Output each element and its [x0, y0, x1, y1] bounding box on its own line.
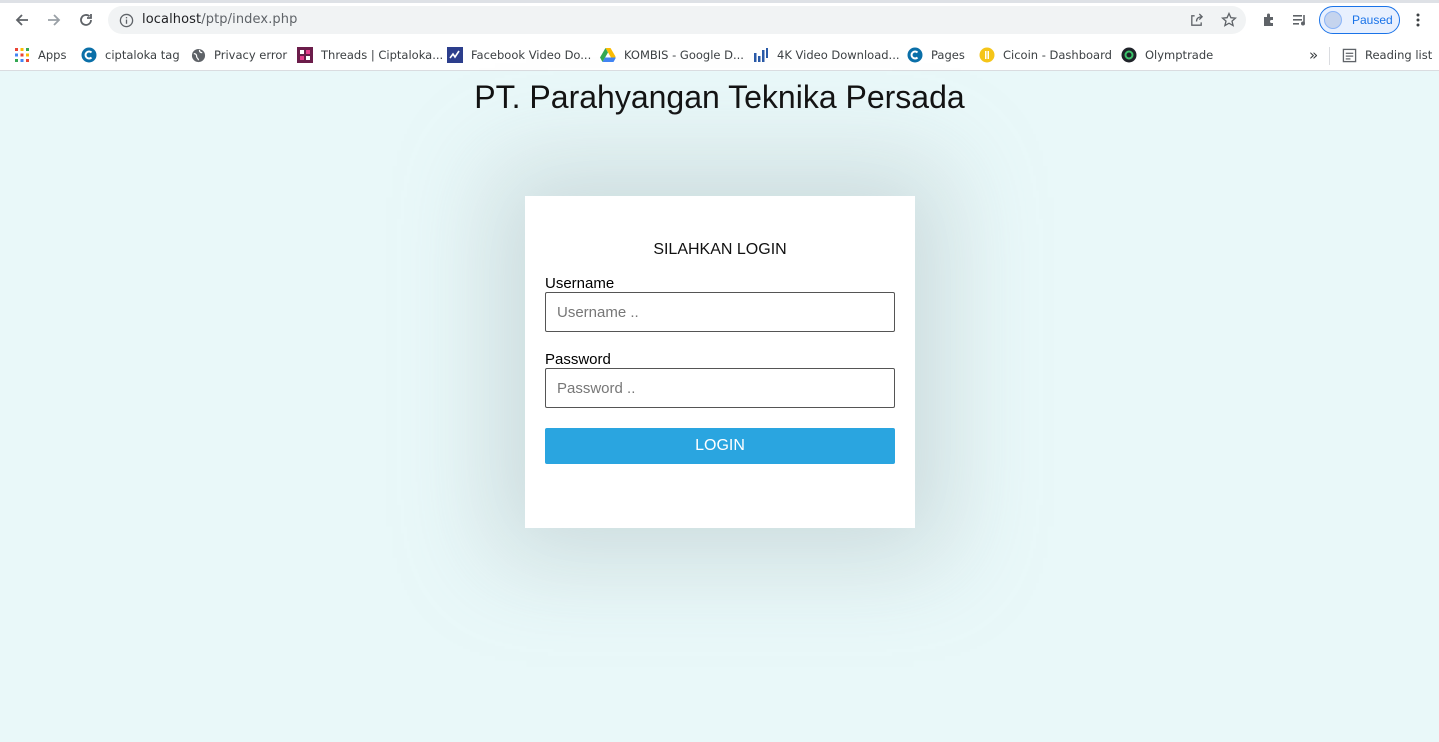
share-icon[interactable]	[1187, 11, 1205, 29]
menu-dots-icon[interactable]	[1407, 9, 1429, 31]
url-text[interactable]: localhost/ptp/index.php	[142, 12, 297, 27]
username-input[interactable]	[545, 292, 895, 332]
bookmark-threads[interactable]: Threads | Ciptaloka...	[297, 44, 443, 66]
bookmarks-bar: Apps ciptaloka tag Privacy error Threads…	[0, 40, 1439, 71]
url-host: localhost	[142, 12, 202, 27]
bookmark-olymptrade[interactable]: Olymptrade	[1121, 44, 1213, 66]
bookmark-cicoin[interactable]: Cicoin - Dashboard	[979, 44, 1112, 66]
back-icon[interactable]	[10, 8, 34, 32]
bookmark-4k-video[interactable]: 4K Video Download...	[753, 44, 900, 66]
bookmark-label: ciptaloka tag	[105, 48, 180, 62]
profile-avatar	[1324, 11, 1342, 29]
bookmark-star-icon[interactable]	[1220, 11, 1238, 29]
extensions-icon[interactable]	[1258, 9, 1280, 31]
login-heading: SILAHKAN LOGIN	[653, 241, 787, 258]
media-control-icon[interactable]	[1289, 9, 1311, 31]
fbdownloader-icon	[447, 47, 463, 63]
bookmark-apps[interactable]: Apps	[14, 44, 66, 66]
bookmark-label: Privacy error	[214, 48, 288, 62]
apps-grid-icon	[14, 47, 30, 63]
profile-button[interactable]: Paused	[1319, 6, 1400, 34]
page-title: PT. Parahyangan Teknika Persada	[474, 79, 965, 115]
username-label: Username	[545, 275, 615, 292]
reading-list-button[interactable]: Reading list	[1341, 44, 1432, 66]
bookmark-kombis[interactable]: KOMBIS - Google D...	[600, 44, 744, 66]
forward-icon[interactable]	[42, 8, 66, 32]
profile-status-label: Paused	[1352, 13, 1393, 27]
cicoin-icon	[979, 47, 995, 63]
bookmark-label: KOMBIS - Google D...	[624, 48, 744, 62]
bookmark-facebook-video[interactable]: Facebook Video Do...	[447, 44, 591, 66]
bookmark-label: Pages	[931, 48, 965, 62]
bookmark-label: 4K Video Download...	[777, 48, 900, 62]
address-bar[interactable]: localhost/ptp/index.php	[108, 6, 1246, 34]
bookmark-pages[interactable]: Pages	[907, 44, 965, 66]
login-button[interactable]: LOGIN	[545, 428, 895, 464]
bookmark-ciptaloka-tag[interactable]: ciptaloka tag	[81, 44, 180, 66]
reading-list-label: Reading list	[1365, 48, 1433, 62]
bookmark-label: Cicoin - Dashboard	[1003, 48, 1112, 62]
tab-strip-edge	[0, 0, 1439, 3]
4k-downloader-icon	[753, 47, 769, 63]
pages-icon	[907, 47, 923, 63]
olymptrade-icon	[1121, 47, 1137, 63]
bookmark-label: Threads | Ciptaloka...	[321, 48, 444, 62]
google-drive-icon	[600, 47, 616, 63]
url-path: /ptp/index.php	[201, 12, 298, 27]
site-info-icon[interactable]	[118, 12, 134, 28]
globe-icon	[190, 47, 206, 63]
bookmark-label: Facebook Video Do...	[471, 48, 592, 62]
reload-icon[interactable]	[74, 8, 98, 32]
password-input[interactable]	[545, 368, 895, 408]
password-label: Password	[545, 351, 611, 368]
bookmarks-overflow-button[interactable]: »	[1309, 44, 1318, 66]
threads-icon	[297, 47, 313, 63]
login-card: SILAHKAN LOGIN Username Password LOGIN	[525, 196, 915, 528]
browser-toolbar: localhost/ptp/index.php Paused	[0, 0, 1439, 40]
ciptaloka-icon	[81, 47, 97, 63]
reading-list-icon	[1341, 47, 1357, 63]
bookmarks-divider	[1329, 47, 1330, 65]
bookmark-label: Apps	[38, 48, 67, 62]
bookmark-privacy-error[interactable]: Privacy error	[190, 44, 287, 66]
bookmark-label: Olymptrade	[1145, 48, 1214, 62]
